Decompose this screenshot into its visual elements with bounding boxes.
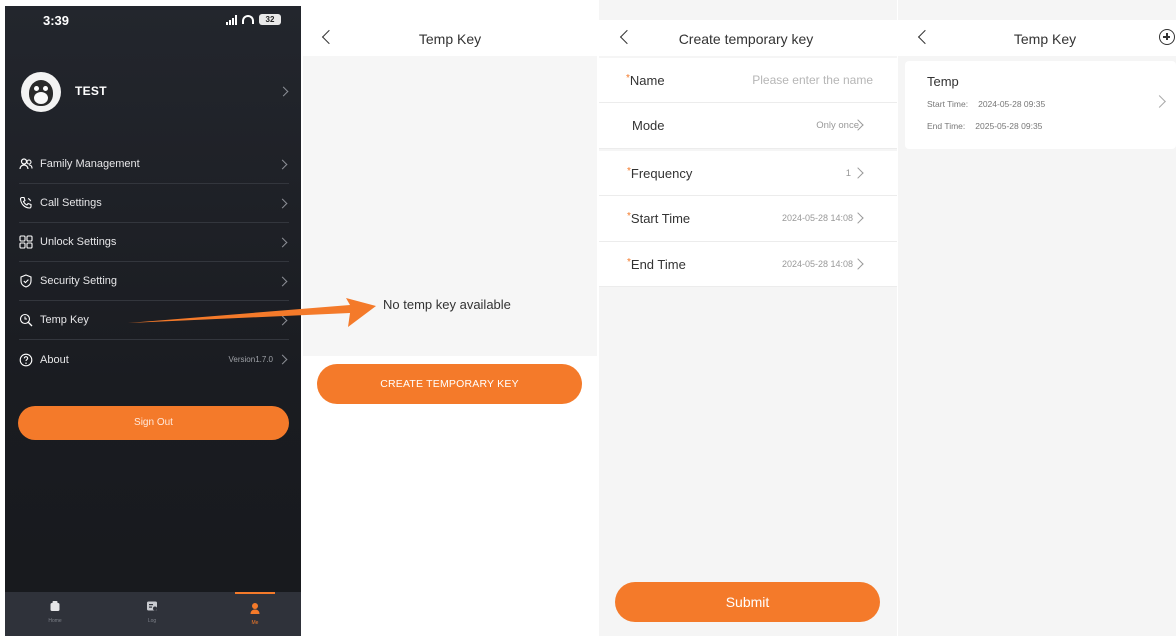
canvas: 3:39 32 TEST Family Management Call Sett…	[0, 0, 1176, 636]
name-row: *Name	[599, 58, 897, 103]
frequency-row[interactable]: *Frequency 1	[599, 150, 897, 196]
chevron-right-icon	[277, 237, 288, 248]
menu-label: Temp Key	[40, 314, 89, 326]
menu-item-about[interactable]: About Version1.7.0	[19, 340, 289, 379]
menu-item-unlock-settings[interactable]: Unlock Settings	[19, 223, 289, 262]
menu-item-temp-key[interactable]: Temp Key	[19, 301, 289, 340]
start-time-row[interactable]: *Start Time 2024-05-28 14:08	[599, 196, 897, 242]
temp-key-card[interactable]: Temp Start Time: 2024-05-28 09:35 End Tim…	[905, 61, 1176, 149]
header: Temp Key	[303, 20, 597, 56]
status-time: 3:39	[43, 13, 70, 28]
frequency-value: 1	[845, 167, 851, 179]
menu-label: Family Management	[40, 158, 140, 170]
header: Temp Key	[898, 20, 1176, 56]
create-temporary-key-button[interactable]: CREATE TEMPORARY KEY	[317, 364, 582, 404]
tab-label: Home	[48, 618, 62, 624]
chevron-right-icon	[1153, 95, 1166, 108]
temp-key-empty-screen: Temp Key No temp key available CREATE TE…	[303, 0, 597, 636]
tab-home[interactable]: Home	[35, 592, 75, 636]
page-title: Create temporary key	[678, 31, 814, 47]
tab-log[interactable]: Log	[132, 592, 172, 636]
avatar	[21, 72, 61, 112]
menu-label: About	[40, 353, 69, 366]
page-title: Temp Key	[1013, 31, 1077, 47]
menu-label: Call Settings	[40, 197, 102, 209]
person-icon	[250, 603, 260, 614]
chevron-right-icon	[277, 315, 288, 326]
chevron-right-icon	[277, 159, 288, 170]
menu-item-security-setting[interactable]: Security Setting	[19, 262, 289, 301]
shield-icon	[19, 274, 33, 288]
sign-out-button[interactable]: Sign Out	[18, 406, 289, 440]
tab-label: Log	[147, 618, 157, 624]
header: Create temporary key	[599, 20, 897, 56]
signal-icon	[226, 14, 237, 25]
mode-label: Mode	[632, 118, 665, 133]
status-icons: 32	[226, 14, 281, 25]
version-label: Version1.7.0	[228, 355, 273, 364]
grid-icon	[19, 235, 33, 249]
mode-row[interactable]: Mode Only once	[599, 103, 897, 149]
start-time-label: *Start Time	[627, 211, 691, 226]
phone-icon	[19, 196, 33, 210]
add-circle-icon[interactable]	[1159, 29, 1175, 45]
submit-button[interactable]: Submit	[615, 582, 880, 622]
chevron-right-icon	[852, 212, 864, 224]
end-time-label: *End Time	[627, 256, 686, 272]
tab-label: Me	[251, 620, 259, 626]
profile-name: TEST	[75, 84, 107, 98]
key-start-time: Start Time: 2024-05-28 09:35	[927, 99, 1046, 109]
wifi-icon	[242, 15, 254, 24]
key-name: Temp	[927, 74, 959, 89]
empty-message: No temp key available	[383, 297, 511, 312]
people-icon	[19, 157, 33, 171]
create-key-screen: Create temporary key *Name Mode Only onc…	[599, 0, 897, 636]
key-icon	[19, 313, 33, 327]
battery-icon: 32	[259, 14, 281, 25]
frequency-label: *Frequency	[627, 165, 693, 181]
end-time-value: 2024-05-28 14:08	[781, 258, 853, 269]
key-end-time: End Time: 2025-05-28 09:35	[927, 121, 1043, 131]
chevron-right-icon	[852, 257, 864, 270]
chevron-right-icon	[277, 276, 288, 287]
end-time-row[interactable]: *End Time 2024-05-28 14:08	[599, 241, 897, 287]
chevron-right-icon	[277, 198, 288, 209]
menu-item-call-settings[interactable]: Call Settings	[19, 184, 289, 223]
name-input[interactable]	[723, 70, 873, 90]
settings-menu: Family Management Call Settings Unlock S…	[19, 145, 289, 379]
create-key-form: *Name Mode Only once *Frequency 1 *Start…	[599, 58, 897, 287]
chevron-right-icon	[852, 166, 864, 179]
chevron-right-icon	[277, 354, 288, 365]
tab-me[interactable]: Me	[235, 592, 275, 636]
chevron-right-icon	[278, 86, 289, 97]
menu-item-family-management[interactable]: Family Management	[19, 145, 289, 184]
profile-row[interactable]: TEST	[5, 68, 301, 116]
name-label: *Name	[626, 73, 665, 88]
settings-screen: 3:39 32 TEST Family Management Call Sett…	[5, 6, 301, 636]
log-icon	[147, 601, 157, 611]
home-icon	[50, 601, 60, 611]
status-bar: 3:39 32	[5, 6, 301, 36]
tab-bar: Home Log Me	[5, 592, 301, 636]
menu-label: Unlock Settings	[40, 236, 117, 248]
temp-key-list-screen: Temp Key Temp Start Time: 2024-05-28 09:3…	[898, 0, 1176, 636]
menu-label: Security Setting	[40, 275, 118, 287]
start-time-value: 2024-05-28 14:08	[781, 213, 853, 223]
page-title: Temp Key	[418, 31, 482, 47]
question-icon	[19, 353, 33, 367]
